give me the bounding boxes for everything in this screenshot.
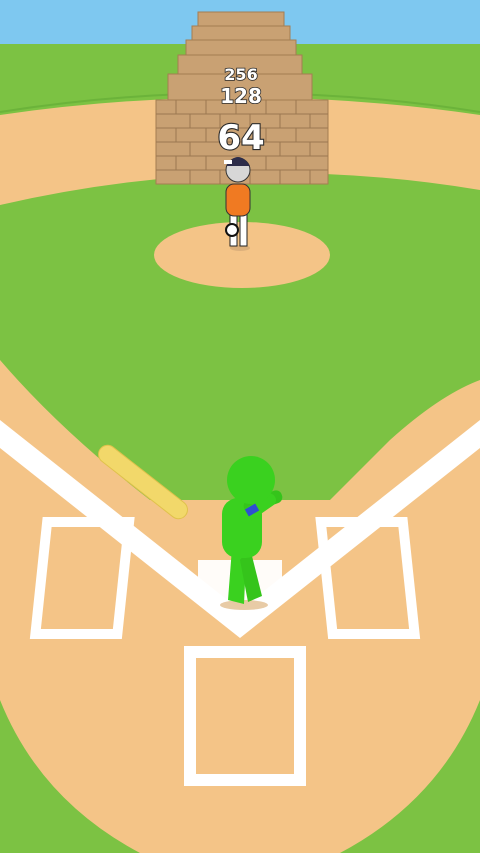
wall-value-64: 64 bbox=[217, 118, 264, 158]
wall-value-256: 256 bbox=[224, 65, 257, 84]
baseball-field-view: 256 128 64 bbox=[0, 0, 480, 853]
wall-value-128: 128 bbox=[220, 84, 262, 108]
game-scene[interactable]: 256 128 64 bbox=[0, 0, 480, 853]
